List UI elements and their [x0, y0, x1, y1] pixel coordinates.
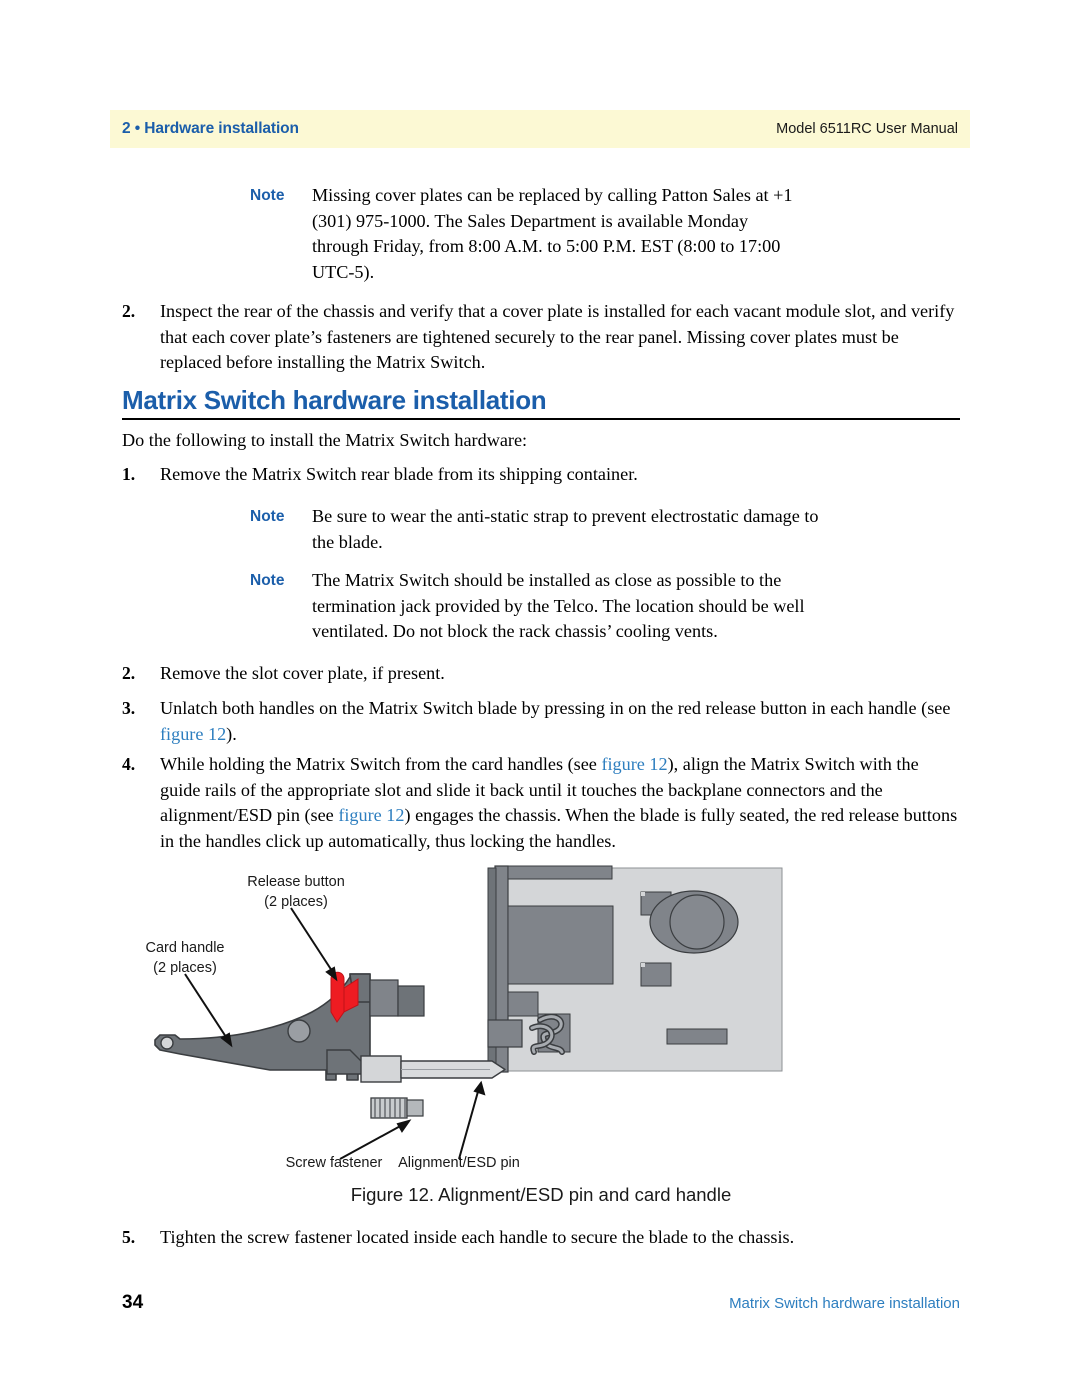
header-chapter-label: 2 • Hardware installation: [122, 120, 299, 137]
list-item-number: 2.: [122, 663, 136, 683]
step-3-text-a: Unlatch both handles on the Matrix Switc…: [160, 698, 951, 718]
section-rule: [122, 418, 960, 420]
footer-section-title: Matrix Switch hardware installation: [729, 1295, 960, 1312]
figure-xref-link[interactable]: figure 12: [338, 805, 404, 825]
latch-spring-mechanism: [529, 1013, 571, 1055]
chassis-top-bar: [507, 865, 613, 880]
figure-label-release-button-line1: Release button: [247, 874, 345, 890]
list-item-step-3: 3. Unlatch both handles on the Matrix Sw…: [122, 696, 960, 747]
chassis-bottom-slot: [666, 1028, 728, 1045]
figure-label-card-handle-line1: Card handle: [146, 940, 225, 956]
note-label: Note: [250, 187, 285, 204]
screw-fastener: [370, 1097, 424, 1119]
list-item-step-4: 4. While holding the Matrix Switch from …: [122, 752, 960, 854]
chassis-lower-block: [507, 991, 539, 1017]
section-heading: Matrix Switch hardware installation: [122, 385, 547, 415]
list-item-text: Tighten the screw fastener located insid…: [160, 1227, 795, 1247]
figure-illustration: Release button (2 places) Card handle (2…: [146, 865, 783, 1171]
list-item-number: 1.: [122, 464, 136, 484]
figure-caption: Figure 12. Alignment/ESD pin and card ha…: [350, 1184, 732, 1205]
chassis-connector-block: [487, 1019, 523, 1048]
chassis-round-connector: [649, 890, 739, 954]
chassis-small-component-lower: [640, 962, 672, 987]
figure-label-screw-fastener: Screw fastener: [286, 1155, 383, 1171]
note-label: Note: [250, 572, 285, 589]
note-body: The Matrix Switch should be installed as…: [312, 570, 805, 641]
list-item-text: Remove the Matrix Switch rear blade from…: [160, 464, 638, 484]
list-item-number: 4.: [122, 754, 136, 774]
figure-xref-link[interactable]: figure 12: [601, 754, 667, 774]
footer-page-number: 34: [122, 1292, 144, 1313]
list-item-step-5: 5. Tighten the screw fastener located in…: [122, 1225, 960, 1251]
figure-12: Release button (2 places) Card handle (2…: [122, 862, 960, 1232]
step-4-text-a: While holding the Matrix Switch from the…: [160, 754, 602, 774]
figure-label-card-handle-line2: (2 places): [153, 960, 217, 976]
chassis-large-component: [507, 905, 614, 985]
handle-chassis-interface: [369, 979, 425, 1017]
note-block-placement: Note The Matrix Switch should be install…: [250, 568, 835, 645]
page-footer: 34 Matrix Switch hardware installation: [122, 1292, 960, 1314]
list-item-text: Unlatch both handles on the Matrix Switc…: [160, 696, 960, 747]
alignment-esd-pin: [360, 1055, 506, 1083]
list-item-step-1: 1. Remove the Matrix Switch rear blade f…: [122, 462, 960, 488]
figure-label-release-button-line2: (2 places): [264, 894, 328, 910]
figure-label-alignment-pin: Alignment/ESD pin: [398, 1155, 520, 1171]
section-intro-paragraph: Do the following to install the Matrix S…: [122, 430, 528, 450]
list-item-text: Remove the slot cover plate, if present.: [160, 663, 445, 683]
note-label: Note: [250, 508, 285, 525]
list-item-number: 3.: [122, 698, 136, 718]
note-block-sales: Note Missing cover plates can be replace…: [250, 183, 795, 285]
list-item-inspect-rear: 2. Inspect the rear of the chassis and v…: [122, 299, 960, 376]
list-item-step-2: 2. Remove the slot cover plate, if prese…: [122, 661, 960, 687]
page-header: 2 • Hardware installation Model 6511RC U…: [110, 110, 970, 148]
list-item-text: Inspect the rear of the chassis and veri…: [160, 301, 955, 372]
list-item-number: 2.: [122, 301, 136, 321]
figure-xref-link[interactable]: figure 12: [160, 724, 226, 744]
header-manual-title: Model 6511RC User Manual: [776, 121, 958, 137]
list-item-number: 5.: [122, 1227, 136, 1247]
note-body: Be sure to wear the anti-static strap to…: [312, 506, 819, 552]
step-3-text-b: ).: [226, 723, 237, 744]
list-item-text: While holding the Matrix Switch from the…: [160, 752, 960, 854]
note-block-antistatic: Note Be sure to wear the anti-static str…: [250, 504, 842, 555]
note-body: Missing cover plates can be replaced by …: [312, 185, 793, 282]
